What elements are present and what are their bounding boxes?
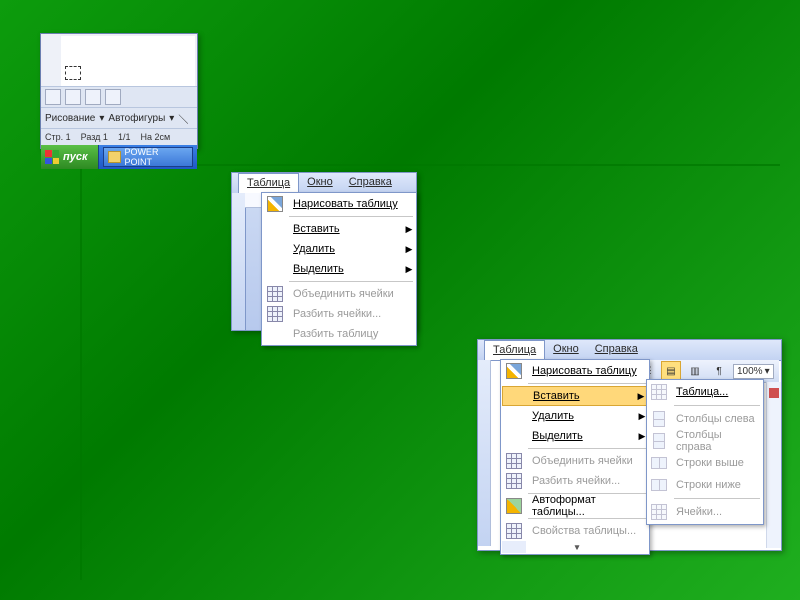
expand-menu-chevron[interactable] — [502, 541, 648, 553]
menu-window[interactable]: Окно — [299, 173, 341, 193]
status-pagecount: 1/1 — [118, 132, 131, 142]
windows-logo-icon — [45, 150, 59, 164]
drawing-toolbar: Рисование ▾ Автофигуры ▾ ＼ — [41, 107, 197, 128]
submenu-arrow-icon: ▶ — [403, 244, 415, 255]
pencil-icon — [506, 363, 522, 379]
submenu-rows-above: Строки выше — [648, 452, 762, 474]
zoom-combo[interactable]: 100% ▾ — [733, 364, 774, 379]
highlight-icon[interactable]: ▤ — [661, 361, 681, 381]
submenu-cells: Ячейки... — [648, 501, 762, 523]
document-area — [43, 36, 195, 86]
status-at: На 2см — [140, 132, 170, 142]
selection-handles — [65, 66, 81, 80]
table-dropdown: Нарисовать таблицу Вставить ▶ Удалить ▶ … — [261, 192, 417, 346]
menu-bar: Таблица Окно Справка — [478, 340, 781, 361]
view-button[interactable] — [85, 89, 101, 105]
status-section: Разд 1 — [81, 132, 108, 142]
start-label: пуск — [63, 151, 88, 163]
menuitem-select[interactable]: Выделить ▶ — [263, 259, 415, 279]
menuitem-split-cells: Разбить ячейки... — [263, 304, 415, 324]
screenshot-word-bottom-strip: Рисование ▾ Автофигуры ▾ ＼ Стр. 1 Разд 1… — [40, 33, 198, 149]
autoformat-icon — [506, 498, 522, 514]
menu-window[interactable]: Окно — [545, 340, 587, 360]
menuitem-autoformat[interactable]: Автоформат таблицы... — [502, 496, 648, 516]
menuitem-properties: Свойства таблицы... — [502, 521, 648, 541]
row-below-icon — [651, 479, 667, 491]
status-page: Стр. 1 — [45, 132, 71, 142]
doc-map-icon[interactable]: ▥ — [685, 361, 705, 381]
drawing-label[interactable]: Рисование — [45, 113, 95, 124]
cells-icon — [651, 504, 667, 520]
menuitem-delete[interactable]: Удалить ▶ — [263, 239, 415, 259]
left-toolstrip — [232, 193, 246, 330]
view-button[interactable] — [45, 89, 61, 105]
menuitem-draw-table[interactable]: Нарисовать таблицу — [502, 361, 648, 381]
right-rail — [766, 382, 781, 548]
windows-taskbar: пуск POWER POINT — [41, 145, 197, 169]
start-button[interactable]: пуск — [41, 145, 99, 169]
menu-help[interactable]: Справка — [587, 340, 646, 360]
split-icon — [267, 306, 283, 322]
column-left-icon — [653, 411, 665, 427]
line-tool-icon[interactable]: ＼ — [178, 111, 188, 126]
show-marks-button[interactable]: ¶ — [709, 361, 729, 381]
insert-submenu: Таблица... Столбцы слева Столбцы справа … — [646, 379, 764, 525]
merge-icon — [267, 286, 283, 302]
taskbar-app-button[interactable]: POWER POINT — [103, 147, 193, 167]
menu-table[interactable]: Таблица — [484, 340, 545, 360]
column-right-icon — [653, 433, 665, 449]
taskbar-app-label: POWER POINT — [124, 147, 188, 167]
split-icon — [506, 473, 522, 489]
view-buttons-row — [41, 86, 197, 107]
merge-icon — [506, 453, 522, 469]
chevron-down-icon: ▾ — [765, 366, 770, 377]
menu-help[interactable]: Справка — [341, 173, 400, 193]
table-icon — [651, 384, 667, 400]
row-above-icon — [651, 457, 667, 469]
submenu-cols-right: Столбцы справа — [648, 430, 762, 452]
menuitem-split-table: Разбить таблицу — [263, 324, 415, 344]
view-button[interactable] — [65, 89, 81, 105]
menuitem-insert[interactable]: Вставить ▶ — [502, 386, 648, 406]
screenshot-table-insert-submenu: Таблица Окно Справка ☰ ▤ ▥ ¶ 100% ▾ Нари… — [477, 339, 782, 551]
table-dropdown: Нарисовать таблицу Вставить ▶ Удалить ▶ … — [500, 359, 650, 555]
menuitem-insert[interactable]: Вставить ▶ — [263, 219, 415, 239]
menu-table[interactable]: Таблица — [238, 173, 299, 193]
zoom-value: 100% — [737, 366, 763, 377]
menuitem-merge-cells: Объединить ячейки — [263, 284, 415, 304]
status-bar: Стр. 1 Разд 1 1/1 На 2см — [41, 128, 197, 145]
menuitem-draw-table[interactable]: Нарисовать таблицу — [263, 194, 415, 214]
menuitem-split-cells: Разбить ячейки... — [502, 471, 648, 491]
menuitem-merge-cells: Объединить ячейки — [502, 451, 648, 471]
table-icon — [506, 523, 522, 539]
submenu-insert-table[interactable]: Таблица... — [648, 381, 762, 403]
close-pane-icon[interactable] — [769, 388, 779, 398]
folder-icon — [108, 151, 122, 163]
submenu-cols-left: Столбцы слева — [648, 408, 762, 430]
pencil-icon — [267, 196, 283, 212]
submenu-arrow-icon: ▶ — [403, 224, 415, 235]
menu-bar: Таблица Окно Справка — [232, 173, 416, 194]
menuitem-delete[interactable]: Удалить ▶ — [502, 406, 648, 426]
view-button[interactable] — [105, 89, 121, 105]
autoshapes-label[interactable]: Автофигуры — [108, 113, 165, 124]
submenu-arrow-icon: ▶ — [403, 264, 415, 275]
left-toolstrip — [478, 360, 491, 546]
menuitem-select[interactable]: Выделить ▶ — [502, 426, 648, 446]
submenu-rows-below: Строки ниже — [648, 474, 762, 496]
screenshot-table-menu: Таблица Окно Справка Нарисовать таблицу … — [231, 172, 417, 331]
